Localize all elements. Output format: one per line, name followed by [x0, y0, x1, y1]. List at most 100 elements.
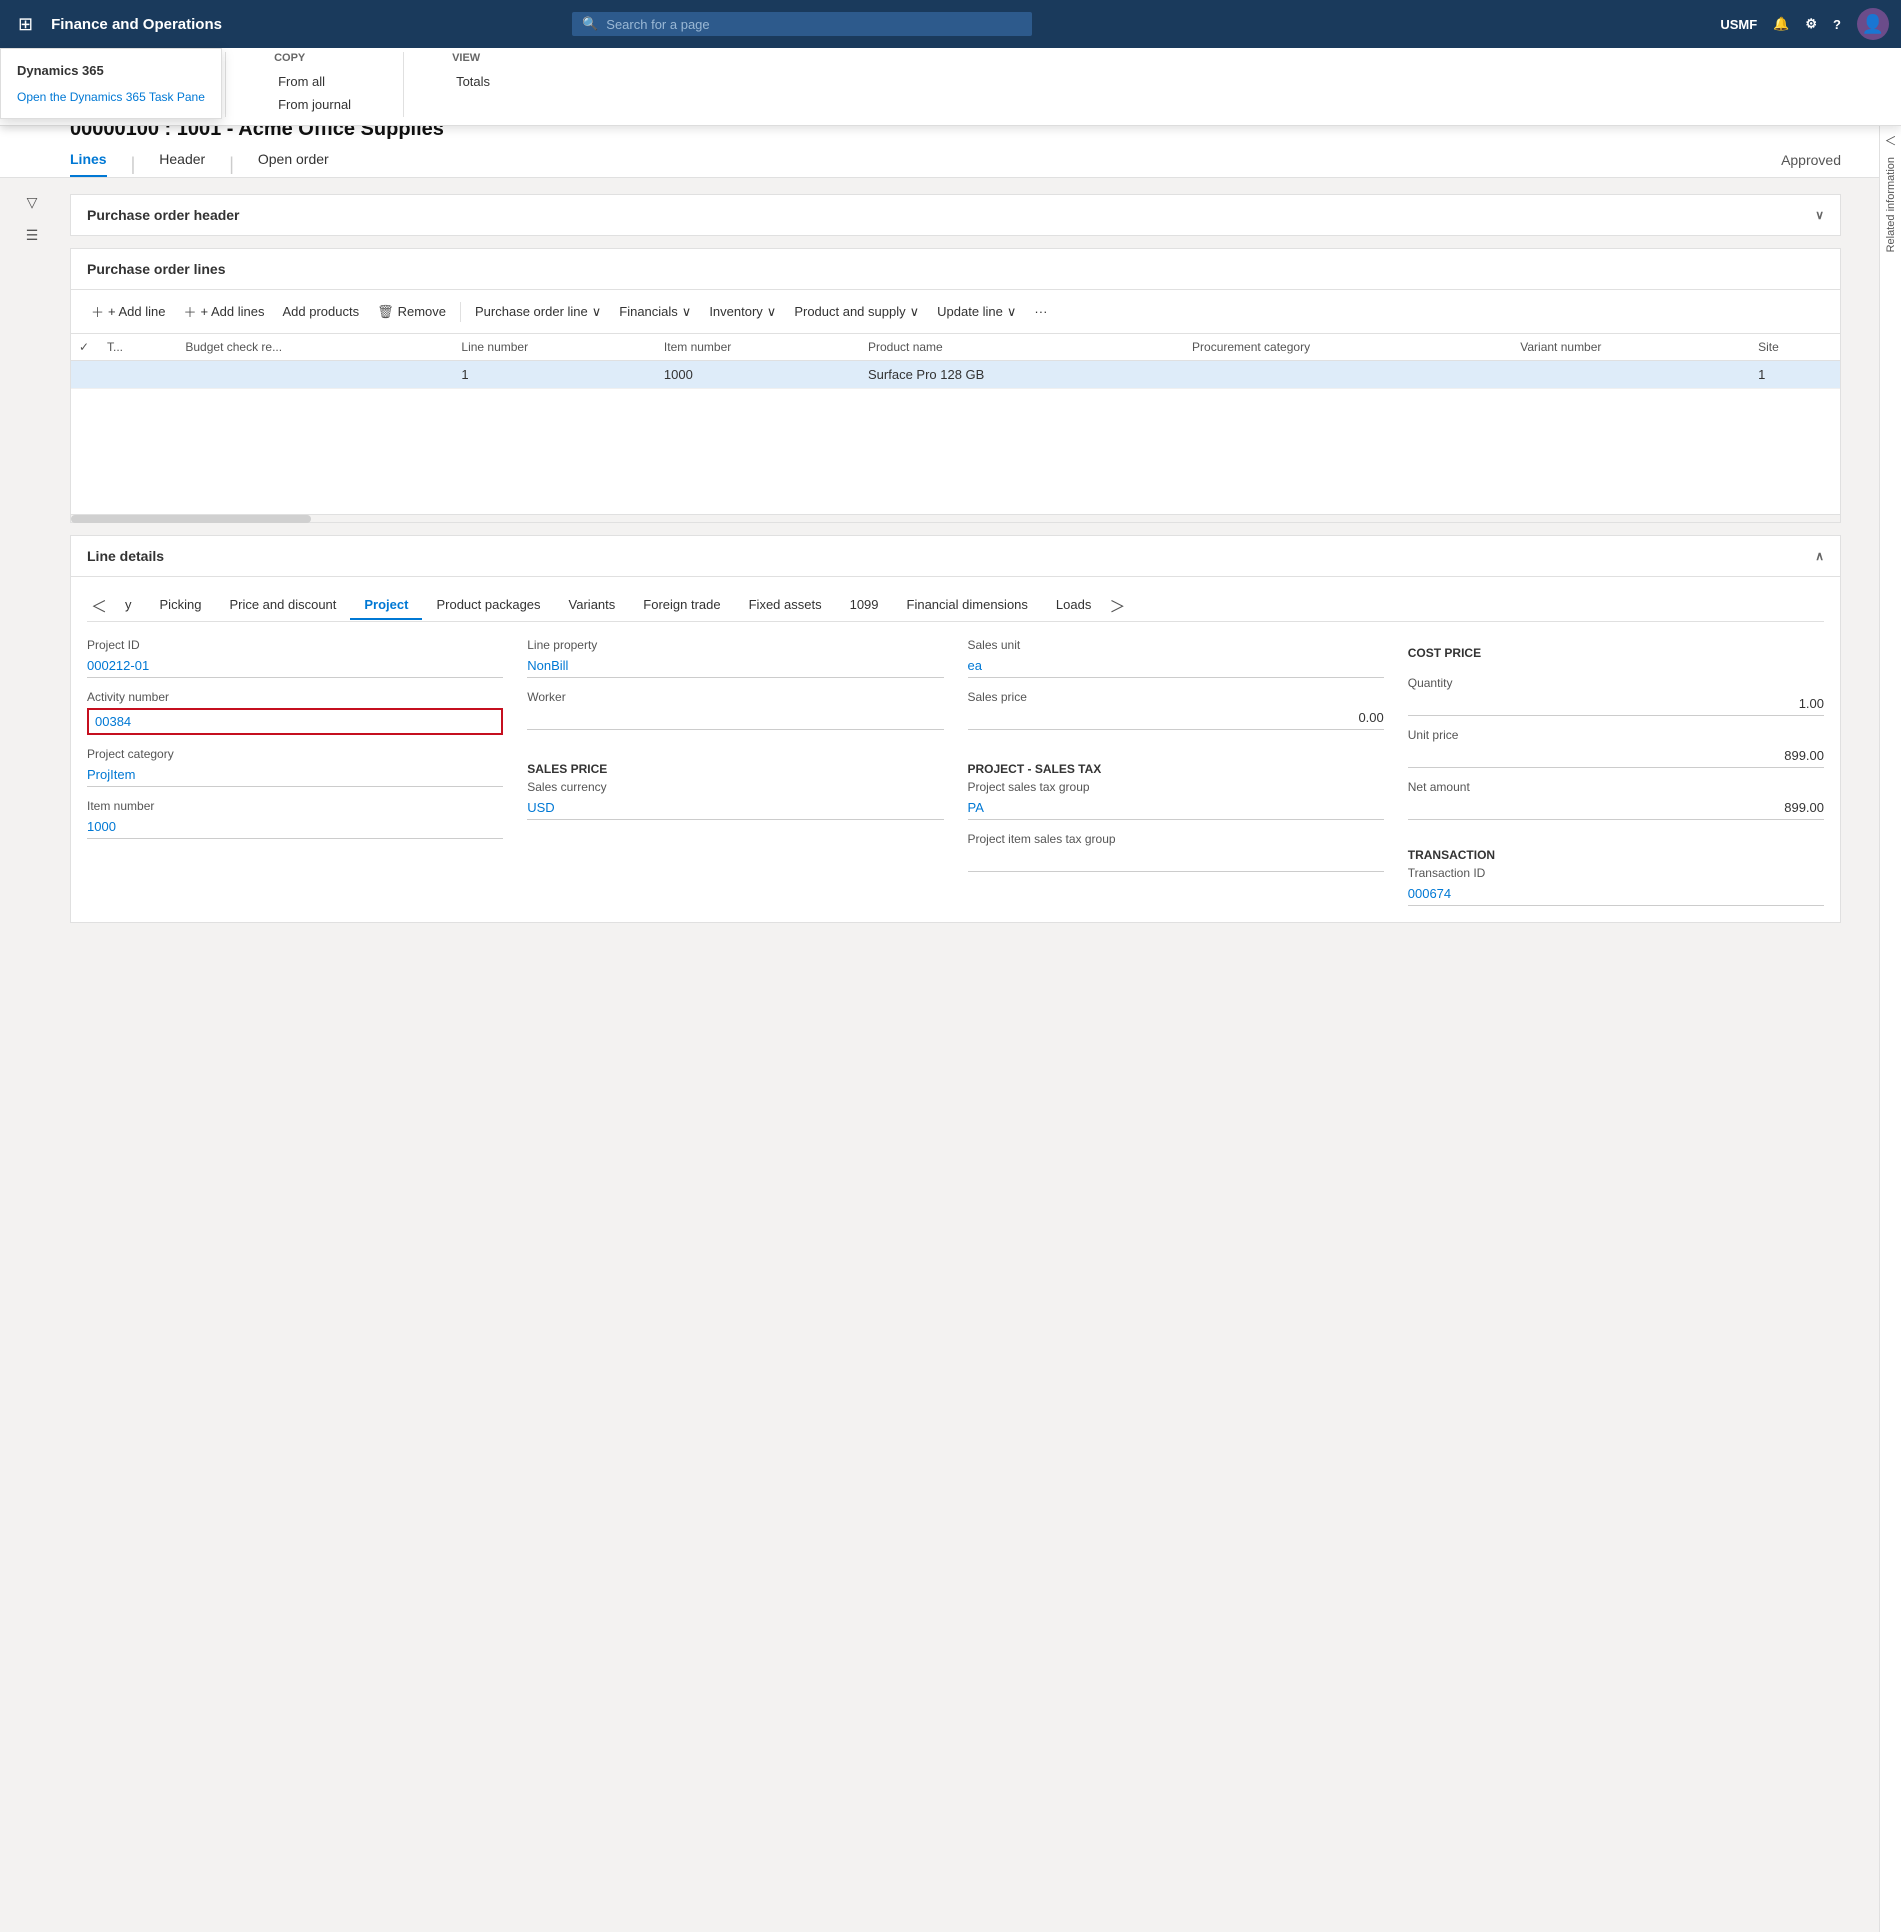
menu-icon[interactable]: ☰: [26, 227, 39, 244]
project-item-sales-tax-group-value[interactable]: [968, 850, 1384, 872]
project-id-field: Project ID 000212-01: [87, 638, 503, 678]
col2-fields: Line property NonBill Worker SALES PRICE…: [527, 638, 943, 906]
item-number-value[interactable]: 1000: [87, 817, 503, 839]
po-header-section-title: Purchase order header: [87, 207, 240, 223]
page-status: Approved: [1781, 152, 1841, 176]
from-journal-item[interactable]: From journal: [274, 95, 355, 114]
po-lines-section-header[interactable]: Purchase order lines: [71, 249, 1840, 290]
po-table: ✓ T... Budget check re... Line number It…: [71, 334, 1840, 389]
po-toolbar: ＋ + Add line ＋ + Add lines Add products …: [71, 290, 1840, 334]
cell-line-number: 1: [453, 361, 656, 389]
more-button[interactable]: ···: [1026, 300, 1055, 323]
search-input[interactable]: [606, 17, 1022, 32]
add-line-button[interactable]: ＋ + Add line: [83, 298, 173, 325]
cell-variant: [1512, 361, 1750, 389]
cell-product-name: Surface Pro 128 GB: [860, 361, 1184, 389]
product-supply-chevron: ∨: [910, 304, 920, 320]
col-product-name: Product name: [860, 334, 1184, 361]
col-budget: Budget check re...: [177, 334, 453, 361]
rd-sep-1: [225, 52, 226, 117]
waffle-icon[interactable]: ⊞: [12, 8, 39, 41]
unit-price-value[interactable]: 899.00: [1408, 746, 1824, 768]
scrollbar-thumb[interactable]: [71, 515, 311, 523]
table-row[interactable]: 1 1000 Surface Pro 128 GB 1: [71, 361, 1840, 389]
project-category-value[interactable]: ProjItem: [87, 765, 503, 787]
quantity-value[interactable]: 1.00: [1408, 694, 1824, 716]
ld-tab-picking[interactable]: Picking: [146, 591, 216, 620]
ld-tab-next[interactable]: ＞: [1105, 589, 1129, 621]
ld-tab-financial-dimensions[interactable]: Financial dimensions: [893, 591, 1042, 620]
project-sales-tax-section: PROJECT - SALES TAX Project sales tax gr…: [968, 754, 1384, 872]
col4-fields: COST PRICE Quantity 1.00 Unit price 899.…: [1408, 638, 1824, 906]
update-line-button[interactable]: Update line ∨: [929, 300, 1024, 324]
bell-icon[interactable]: 🔔: [1773, 16, 1789, 32]
update-line-chevron: ∨: [1007, 304, 1017, 320]
add-lines-button[interactable]: ＋ + Add lines: [175, 298, 272, 325]
transaction-section: TRANSACTION Transaction ID 000674: [1408, 840, 1824, 906]
totals-item[interactable]: Totals: [452, 72, 494, 91]
ld-tab-loads[interactable]: Loads: [1042, 591, 1105, 620]
inventory-button[interactable]: Inventory ∨: [701, 300, 784, 324]
ld-tab-y[interactable]: y: [111, 591, 146, 620]
related-information-label[interactable]: Related information: [1885, 157, 1897, 252]
po-header-section: Purchase order header ∨: [70, 194, 1841, 236]
line-details-header[interactable]: Line details ∧: [71, 536, 1840, 577]
line-details-chevron-up: ∧: [1815, 549, 1824, 563]
sales-unit-value[interactable]: ea: [968, 656, 1384, 678]
net-amount-value[interactable]: 899.00: [1408, 798, 1824, 820]
ld-tab-variants[interactable]: Variants: [555, 591, 630, 620]
page-tab-sep-2: |: [229, 154, 234, 175]
transaction-id-value[interactable]: 000674: [1408, 884, 1824, 906]
ld-tab-fixed-assets[interactable]: Fixed assets: [735, 591, 836, 620]
product-and-supply-label: Product and supply: [794, 304, 905, 319]
line-property-value[interactable]: NonBill: [527, 656, 943, 678]
from-all-item[interactable]: From all: [274, 72, 355, 91]
line-details-title: Line details: [87, 548, 164, 564]
help-icon[interactable]: ?: [1833, 17, 1841, 32]
inventory-chevron: ∨: [767, 304, 777, 320]
remove-button[interactable]: 🗑 Remove: [369, 300, 454, 324]
line-property-field: Line property NonBill: [527, 638, 943, 678]
user-label: USMF: [1720, 17, 1757, 32]
project-sales-tax-group-value[interactable]: PA: [968, 798, 1384, 820]
page-tab-header[interactable]: Header: [159, 151, 205, 177]
ld-tab-foreign-trade[interactable]: Foreign trade: [629, 591, 734, 620]
ribbon-dropdown: From a sales order Request change Cancel…: [0, 44, 1901, 126]
page-tab-open-order[interactable]: Open order: [258, 151, 329, 177]
horizontal-scrollbar[interactable]: [71, 514, 1840, 522]
worker-value[interactable]: [527, 708, 943, 730]
dynamics-task-pane-item[interactable]: Open the Dynamics 365 Task Pane: [1, 84, 221, 110]
ld-tab-prev[interactable]: ＜: [87, 589, 111, 621]
plus-icon-add-line: ＋: [91, 302, 104, 321]
activity-number-input[interactable]: [95, 714, 495, 729]
copy-section-title: COPY: [274, 52, 355, 64]
project-id-value[interactable]: 000212-01: [87, 656, 503, 678]
sales-price-value[interactable]: 0.00: [968, 708, 1384, 730]
cell-item-number: 1000: [656, 361, 860, 389]
sales-currency-value[interactable]: USD: [527, 798, 943, 820]
po-header-section-header[interactable]: Purchase order header ∨: [71, 195, 1840, 235]
unit-price-label: Unit price: [1408, 728, 1824, 742]
col-site: Site: [1750, 334, 1840, 361]
add-products-button[interactable]: Add products: [274, 300, 367, 323]
avatar[interactable]: 👤: [1857, 8, 1889, 40]
line-details-content: ＜ y Picking Price and discount Project P…: [71, 577, 1840, 922]
settings-icon[interactable]: ⚙: [1805, 16, 1817, 32]
financials-button[interactable]: Financials ∨: [611, 300, 699, 324]
filter-icon[interactable]: ▽: [27, 194, 38, 211]
ld-tab-price-discount[interactable]: Price and discount: [215, 591, 350, 620]
cell-budget: [177, 361, 453, 389]
ld-tab-1099[interactable]: 1099: [836, 591, 893, 620]
sales-unit-field: Sales unit ea: [968, 638, 1384, 678]
project-id-label: Project ID: [87, 638, 503, 652]
sales-price-label: Sales price: [968, 690, 1384, 704]
page-tab-lines[interactable]: Lines: [70, 151, 107, 177]
po-line-label: Purchase order line: [475, 304, 588, 319]
ld-tab-project[interactable]: Project: [350, 591, 422, 620]
ld-tab-product-packages[interactable]: Product packages: [422, 591, 554, 620]
product-and-supply-button[interactable]: Product and supply ∨: [786, 300, 927, 324]
right-panel-chevron[interactable]: ＜: [1884, 132, 1896, 149]
po-line-button[interactable]: Purchase order line ∨: [467, 300, 609, 324]
col-procurement-category: Procurement category: [1184, 334, 1512, 361]
search-bar[interactable]: 🔍: [572, 12, 1032, 36]
